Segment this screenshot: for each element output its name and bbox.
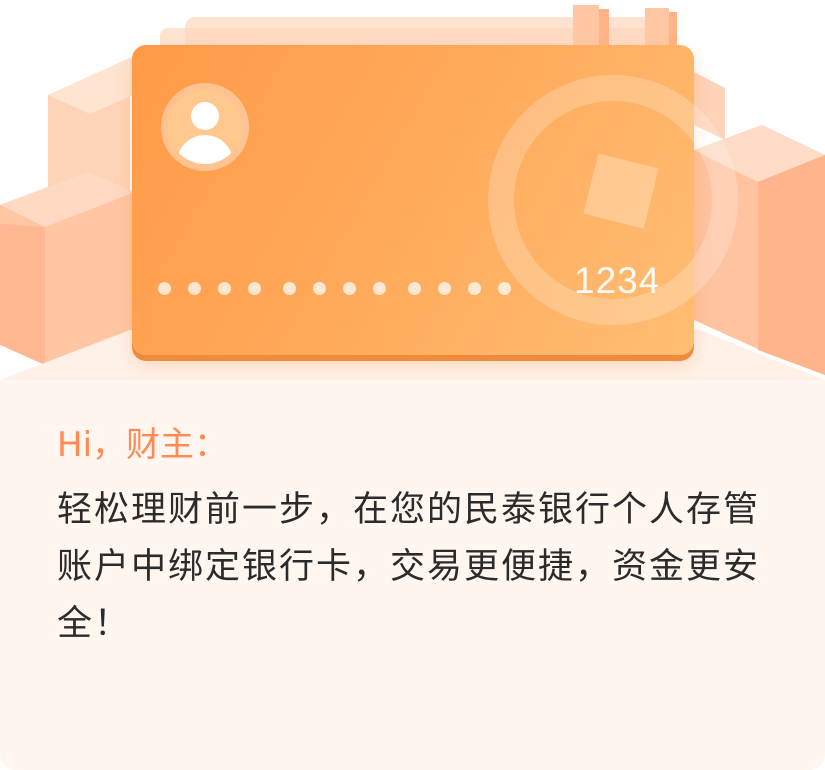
masked-digit-dot [158, 281, 171, 295]
masked-digit-dot [343, 281, 356, 295]
masked-digit-dot [218, 281, 231, 295]
masked-digit-group [408, 281, 511, 295]
card-last-digits: 1234 [574, 260, 661, 301]
masked-digit-dot [313, 281, 326, 295]
masked-digit-dot [438, 281, 451, 295]
masked-card-number [158, 280, 533, 296]
masked-digit-dot [498, 281, 511, 295]
masked-digit-dot [248, 281, 261, 295]
greeting-text: Hi，财主： [57, 425, 229, 465]
bank-card-illustration: 1234 [0, 0, 825, 400]
masked-digit-group [158, 281, 261, 295]
masked-digit-group [283, 281, 386, 295]
masked-digit-dot [373, 281, 386, 295]
masked-digit-dot [408, 281, 421, 295]
masked-digit-dot [468, 281, 481, 295]
bind-card-message: 轻松理财前一步，在您的民泰银行个人存管账户中绑定银行卡，交易更便捷，资金更安全！ [57, 490, 761, 644]
user-avatar-icon [161, 83, 249, 171]
masked-digit-dot [188, 281, 201, 295]
masked-digit-dot [283, 281, 296, 295]
